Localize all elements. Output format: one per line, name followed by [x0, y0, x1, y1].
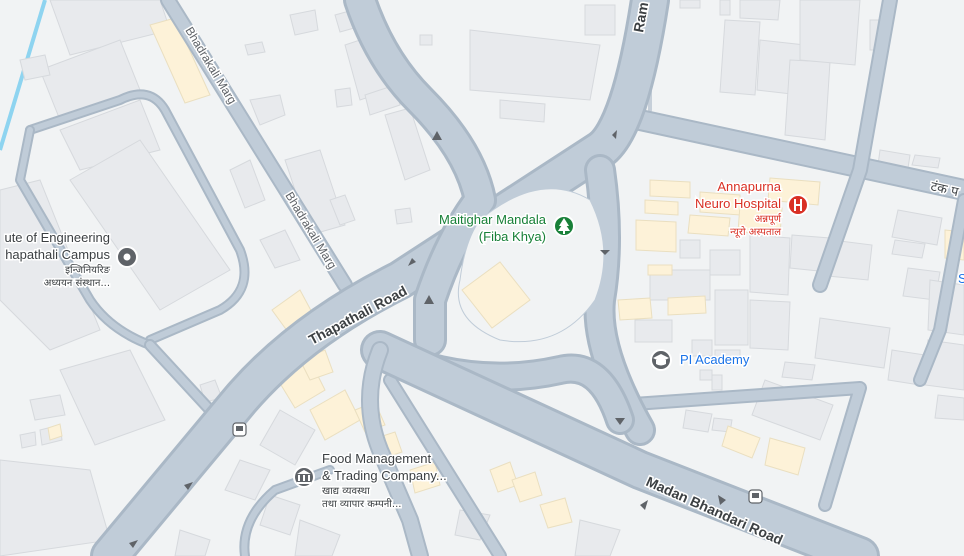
poi-maitighar-name: Maitighar Mandala	[439, 212, 547, 227]
tree-icon	[553, 215, 575, 237]
poi-engineering-subname: hapathali Campus	[5, 247, 110, 262]
poi-annapurna-subname: Neuro Hospital	[695, 196, 781, 211]
hospital-icon	[787, 194, 809, 216]
poi-pi-academy-name: PI Academy	[680, 352, 750, 367]
poi-maitighar-subname: (Fiba Khya)	[479, 229, 546, 244]
government-icon	[293, 466, 315, 488]
map-canvas[interactable]: Bhadrakali Marg Bhadrakali Marg Thapatha…	[0, 0, 964, 556]
poi-annapurna-native-1: अन्नपूर्ण	[755, 213, 782, 225]
poi-food-subname: & Trading Company...	[322, 468, 447, 483]
poi-edge-partial-label: S	[958, 271, 964, 286]
poi-food-name: Food Management	[322, 451, 432, 466]
bus-stop-icon[interactable]	[748, 489, 763, 504]
school-icon	[650, 349, 672, 371]
poi-engineering-native-2: अध्ययन संस्थान...	[44, 277, 110, 289]
poi-food-native-2: तथा व्यापार कम्पनी...	[322, 498, 401, 510]
bus-stop-icon[interactable]	[232, 422, 247, 437]
poi-engineering-name: ute of Engineering	[4, 230, 110, 245]
poi-annapurna-name: Annapurna	[717, 179, 781, 194]
poi-food-native-1: खाद्य व्यवस्था	[322, 486, 370, 497]
poi-annapurna-native-2: न्यूरो अस्पताल	[730, 226, 781, 238]
place-icon	[116, 246, 138, 268]
poi-engineering-native-1: इन्जिनियरिङ	[65, 264, 111, 276]
